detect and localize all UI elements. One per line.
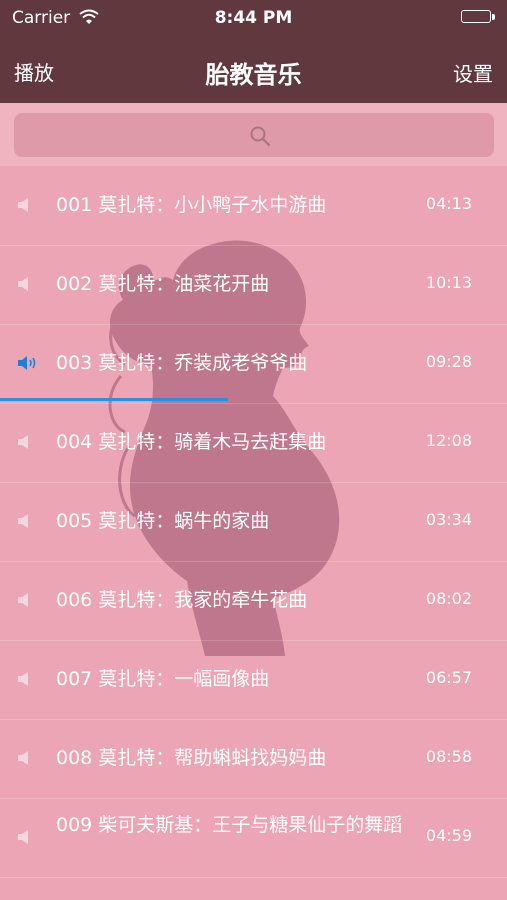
- track-row[interactable]: 006 莫扎特：我家的牵牛花曲 08:02: [0, 561, 507, 641]
- track-title: 003 莫扎特：乔装成老爷爷曲: [56, 352, 308, 374]
- track-duration: 10:13: [425, 273, 472, 292]
- speaker-playing-icon: [17, 355, 39, 375]
- track-title: 005 莫扎特：蜗牛的家曲: [56, 510, 270, 532]
- track-title: 008 莫扎特：帮助蝌蚪找妈妈曲: [56, 747, 327, 769]
- battery-icon: [461, 10, 495, 25]
- track-row[interactable]: 002 莫扎特：油菜花开曲 10:13: [0, 245, 507, 325]
- track-row[interactable]: 005 莫扎特：蜗牛的家曲 03:34: [0, 482, 507, 562]
- track-duration: 08:02: [425, 589, 472, 608]
- speaker-icon: [17, 513, 31, 533]
- track-title: 006 莫扎特：我家的牵牛花曲: [56, 589, 308, 611]
- track-duration: 03:34: [425, 510, 472, 529]
- speaker-icon: [17, 592, 31, 612]
- track-duration: 04:59: [425, 826, 472, 845]
- track-title: 002 莫扎特：油菜花开曲: [56, 273, 270, 295]
- page-title: 胎教音乐: [205, 61, 302, 89]
- track-title: 007 莫扎特：一幅画像曲: [56, 668, 270, 690]
- track-duration: 08:58: [425, 747, 472, 766]
- track-title: 001 莫扎特：小小鸭子水中游曲: [56, 194, 327, 216]
- playback-progress-bar[interactable]: [0, 398, 229, 401]
- track-title: 009 柴可夫斯基：王子与糖果仙子的舞蹈: [56, 814, 403, 836]
- settings-nav-button[interactable]: 设置: [453, 58, 493, 87]
- status-time: 8:44 PM: [214, 8, 293, 28]
- track-row[interactable]: 003 莫扎特：乔装成老爷爷曲 09:28: [0, 324, 507, 404]
- track-row[interactable]: 004 莫扎特：骑着木马去赶集曲 12:08: [0, 403, 507, 483]
- speaker-icon: [17, 434, 31, 454]
- speaker-icon: [17, 750, 31, 770]
- top-bar: Carrier 8:44 PM 播放 胎教音乐 设置: [0, 0, 507, 103]
- speaker-icon: [17, 276, 31, 296]
- track-duration: 09:28: [425, 352, 472, 371]
- search-input[interactable]: [14, 113, 494, 157]
- search-area: [0, 103, 507, 166]
- search-icon: [249, 125, 271, 151]
- status-bar: Carrier 8:44 PM: [0, 0, 507, 36]
- track-row[interactable]: 008 莫扎特：帮助蝌蚪找妈妈曲 08:58: [0, 719, 507, 799]
- track-duration: 06:57: [425, 668, 472, 687]
- speaker-icon: [17, 671, 31, 691]
- app-screen: Carrier 8:44 PM 播放 胎教音乐 设置 001 莫扎特：小小鸭子水…: [0, 0, 507, 900]
- track-row[interactable]: 009 柴可夫斯基：王子与糖果仙子的舞蹈 04:59: [0, 798, 507, 878]
- speaker-icon: [17, 829, 31, 849]
- speaker-icon: [17, 197, 31, 217]
- track-list: 001 莫扎特：小小鸭子水中游曲 04:13 002 莫扎特：油菜花开曲 10:13 0…: [0, 166, 507, 900]
- track-duration: 12:08: [425, 431, 472, 450]
- track-duration: 04:13: [425, 194, 472, 213]
- track-row[interactable]: 007 莫扎特：一幅画像曲 06:57: [0, 640, 507, 720]
- track-title: 004 莫扎特：骑着木马去赶集曲: [56, 431, 327, 453]
- track-row[interactable]: 001 莫扎特：小小鸭子水中游曲 04:13: [0, 166, 507, 246]
